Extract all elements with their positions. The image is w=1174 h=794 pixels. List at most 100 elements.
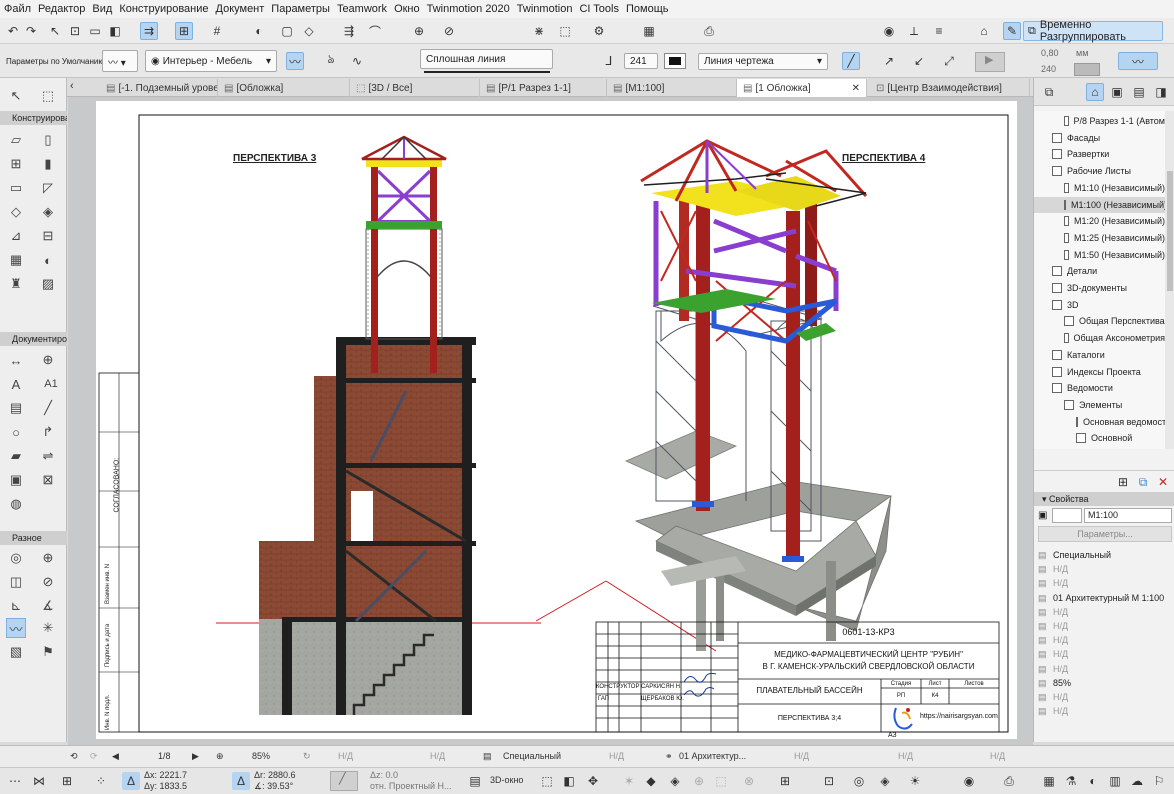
zoom-icon[interactable]: ⊕ (216, 751, 224, 762)
marquee-3d-icon[interactable]: ⬚ (712, 772, 730, 790)
show-hide-icon[interactable]: ◇ (300, 22, 318, 40)
guide-lines-icon[interactable]: ⇉ (140, 22, 158, 40)
worksheet-tool-icon[interactable]: ◍ (6, 494, 26, 514)
navigator-item[interactable]: 3D (1034, 297, 1165, 313)
graphic-override-icon[interactable]: ◐ (1084, 772, 1102, 790)
navigator-item[interactable]: Основная ведомость (1034, 414, 1165, 430)
undo-view-icon[interactable]: ⟲ (70, 751, 78, 762)
hotspot-tool-icon[interactable]: ◎ (6, 548, 26, 568)
parallel-icon[interactable]: ⁘ (92, 772, 110, 790)
eye-icon[interactable]: ◉ (880, 22, 898, 40)
coord-angle[interactable]: ∡: 39.53° (254, 781, 293, 792)
navigator-item[interactable]: Ведомости (1034, 380, 1165, 396)
menu-item[interactable]: Параметры (271, 3, 330, 15)
window-layout-icon[interactable]: ⊞ (776, 772, 794, 790)
navigator-item[interactable]: Элементы (1034, 397, 1165, 413)
sun-icon[interactable]: ☀ (906, 772, 924, 790)
fill-tool-icon[interactable]: ▤ (6, 398, 26, 418)
menu-item[interactable]: Teamwork (337, 3, 387, 15)
publisher-icon[interactable]: ◨ (1152, 83, 1170, 101)
arrow-start-icon[interactable]: ↙ (910, 52, 928, 70)
section-icon[interactable]: ⊕ (410, 22, 428, 40)
line-type-dropdown[interactable]: Сплошная линия (420, 49, 553, 69)
menu-item[interactable]: Twinmotion (517, 3, 573, 15)
orientation-icon[interactable]: ↻ (303, 751, 311, 762)
pen-icon[interactable]: ⅃ (600, 52, 618, 70)
view-tab[interactable]: ▤ [Обложка] (218, 79, 350, 97)
navigator-item[interactable]: Фасады (1034, 130, 1165, 146)
view-map-icon[interactable]: ▣ (1108, 83, 1126, 101)
close-tab-icon[interactable]: ✕ (852, 83, 860, 94)
property-row[interactable]: ▤ Специальный (1038, 550, 1111, 561)
zone-tool-icon[interactable]: ▨ (38, 274, 58, 294)
arc-tool-icon[interactable]: ↱ (38, 422, 58, 442)
coord-dr[interactable]: Δr: 2880.6 (254, 770, 296, 780)
curve-icon[interactable]: ⌒ (366, 22, 384, 40)
orbit-icon[interactable]: ✥ (584, 772, 602, 790)
circle-tool-icon[interactable]: ○ (6, 422, 26, 442)
pointer-icon[interactable]: ↖ (46, 22, 64, 40)
curtain-wall-icon[interactable]: ▦ (6, 250, 26, 270)
navigator-item[interactable]: Каталоги (1034, 347, 1165, 363)
properties-header[interactable]: ▾ Свойства (1034, 492, 1174, 506)
measure-icon[interactable]: ⟂ (905, 22, 923, 40)
property-row[interactable]: ▤ Н/Д (1038, 635, 1068, 646)
navigator-item[interactable]: М1:100 (Независимый) (1034, 196, 1165, 213)
menu-item[interactable]: Файл (4, 3, 31, 15)
print-icon[interactable]: ⎙ (1000, 772, 1018, 790)
snap-points-icon[interactable]: ⋯ (6, 772, 24, 790)
property-row[interactable]: ▤ 01 Архитектурный М 1:100 (1038, 593, 1164, 604)
level-dimension-icon[interactable]: ⊕ (38, 350, 58, 370)
lock-icon[interactable]: ⌂ (975, 22, 993, 40)
polyline-tool-icon[interactable]: ▰ (6, 446, 26, 466)
door-tool-icon[interactable]: ▯ (38, 130, 58, 150)
tab-scroll-left-icon[interactable]: ‹ (70, 80, 74, 92)
cut-plane-icon[interactable]: ◈ (666, 772, 684, 790)
magic-wand-icon[interactable]: ⋇ (530, 22, 548, 40)
project-map-icon[interactable]: ⌂ (1086, 83, 1104, 101)
coord-dx[interactable]: Δx: 2221.7 (144, 770, 187, 780)
property-row[interactable]: ▤ Н/Д (1038, 706, 1068, 717)
menu-item[interactable]: Помощь (626, 3, 669, 15)
section-3d-icon[interactable]: ⊗ (740, 772, 758, 790)
layer-value[interactable]: Специальный (503, 751, 561, 761)
layers-icon[interactable]: ▦ (1040, 772, 1058, 790)
layout-book-icon[interactable]: ▤ (1130, 83, 1148, 101)
property-row[interactable]: ▤ Н/Д (1038, 564, 1068, 575)
explore-icon[interactable]: ◆ (642, 772, 660, 790)
trace-icon[interactable]: ◐ (250, 22, 268, 40)
menu-item[interactable]: Редактор (38, 3, 85, 15)
relative-construction-icon[interactable]: ⊞ (58, 772, 76, 790)
toolbox-section-design[interactable]: Конструирова (0, 111, 67, 125)
parameters-button[interactable]: Параметры... (1038, 526, 1172, 542)
view-name-field[interactable]: М1:100 (1084, 508, 1172, 523)
drawing-tool-icon[interactable]: ⇌ (38, 446, 58, 466)
navigator-item[interactable]: Развертки (1034, 146, 1165, 162)
morph-tool-icon[interactable]: ◐ (38, 250, 58, 270)
change-tool-icon[interactable]: ⚑ (38, 642, 58, 662)
roof-tool-icon[interactable]: ◇ (6, 202, 26, 222)
image-tool-icon[interactable]: ▧ (6, 642, 26, 662)
property-row[interactable]: ▤ Н/Д (1038, 649, 1068, 660)
grid-snap-icon[interactable]: ⋈ (30, 772, 48, 790)
line-category-dropdown[interactable]: Линия чертежа ▾ (698, 53, 828, 70)
focus-icon[interactable]: ⊕ (690, 772, 708, 790)
coord-dz[interactable]: Δz: 0.0 (370, 770, 398, 780)
shell-tool-icon[interactable]: ◈ (38, 202, 58, 222)
stair-tool-icon[interactable]: ⊿ (6, 226, 26, 246)
coord-dy[interactable]: Δy: 1833.5 (144, 781, 187, 791)
level-icon[interactable]: ≡ (930, 22, 948, 40)
spline-mode-icon[interactable]: 〰 (1118, 52, 1158, 70)
line-style-dropdown[interactable]: 〰 ▾ (102, 50, 138, 72)
cloud-icon[interactable]: ☁ (1128, 772, 1146, 790)
pen-set-value[interactable]: 01 Архитектур... (679, 751, 746, 761)
navigator-item[interactable]: Общая Аксонометрия (1034, 330, 1165, 346)
cube-icon[interactable]: ⬚ (556, 22, 574, 40)
property-row[interactable]: ▤ 85% (1038, 678, 1071, 689)
toolbox-section-more[interactable]: Разное (0, 531, 67, 545)
arrow-end-icon[interactable]: ↗ (880, 52, 898, 70)
partial-structure-icon[interactable]: ▥ (1106, 772, 1124, 790)
layout-icon[interactable]: ▦ (640, 22, 658, 40)
navigator-item[interactable]: Р/8 Разрез 1-1 (Автом (1034, 113, 1165, 129)
layer-icon[interactable]: ◧ (106, 22, 124, 40)
